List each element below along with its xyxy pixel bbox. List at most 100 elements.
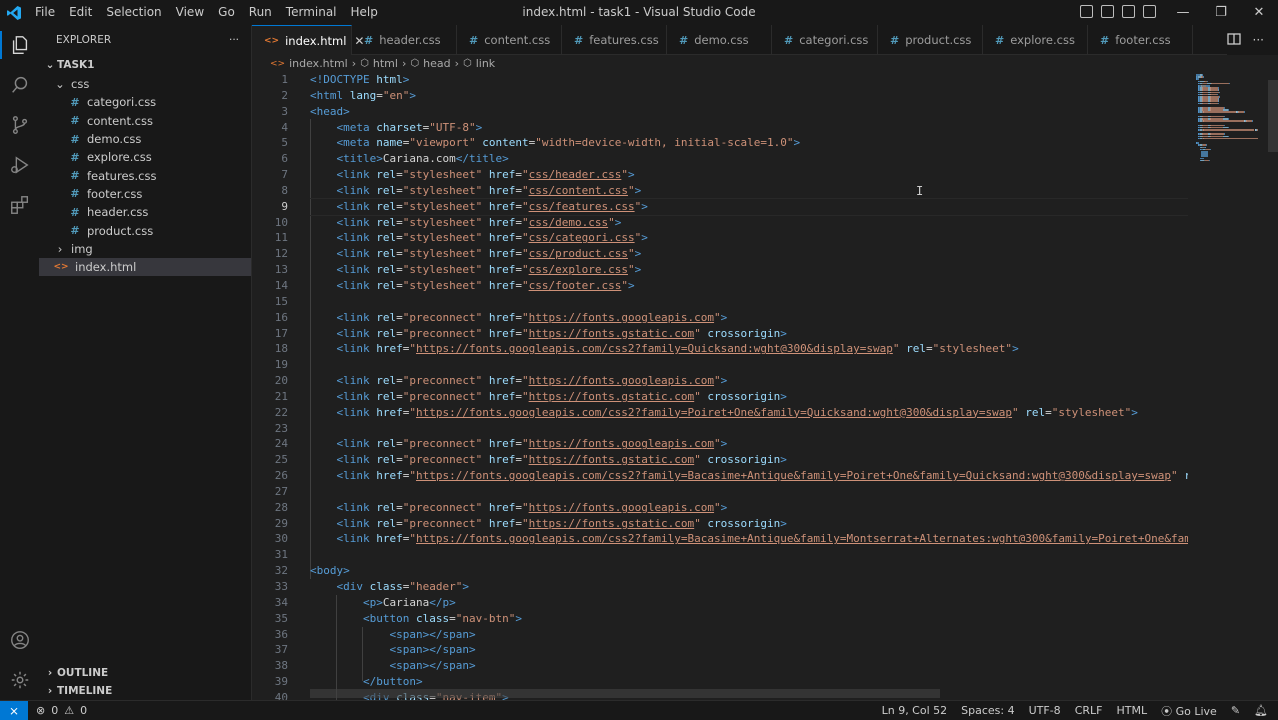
workspace-root-label: TASK1 <box>57 59 95 71</box>
restore-icon[interactable]: ❐ <box>1202 0 1240 25</box>
code-token: "stylesheet" <box>1051 405 1132 419</box>
code-line: <link href="https://fonts.googleapis.com… <box>310 468 1189 484</box>
vertical-scrollbar[interactable] <box>1268 80 1278 152</box>
code-token: > <box>720 374 728 388</box>
tree-file-demo-css[interactable]: # demo.css <box>39 130 251 148</box>
problems-indicator[interactable]: ⊗ 0 ⚠ 0 <box>28 704 87 717</box>
code-editor[interactable]: 1 2 3 4 5 6 7 8 9 10 11 12 13 14 15 16 17 18 19 20 21 22 23 24 2… <box>252 72 1278 700</box>
code-token: " <box>521 437 529 451</box>
menu-terminal[interactable]: Terminal <box>279 0 344 25</box>
remote-indicator-icon[interactable]: ⨯ <box>0 701 28 720</box>
breadcrumb-item[interactable]: html <box>373 57 398 70</box>
tab-features-css[interactable]: # features.css <box>562 25 667 55</box>
tree-file-explore-css[interactable]: # explore.css <box>39 148 251 166</box>
tab-label: explore.css <box>1010 33 1075 47</box>
line-number: 7 <box>281 168 288 182</box>
tree-file-categori-css[interactable]: # categori.css <box>39 93 251 111</box>
css-file-icon: # <box>70 150 80 164</box>
tree-folder-img[interactable]: › img <box>39 240 251 258</box>
tab-categori-css[interactable]: # categori.css <box>772 25 878 55</box>
more-actions-icon[interactable]: ··· <box>229 34 239 46</box>
code-token: " <box>621 278 628 292</box>
tree-file-content-css[interactable]: # content.css <box>39 112 251 130</box>
extensions-icon[interactable] <box>0 185 39 225</box>
tab-demo-css[interactable]: # demo.css <box>667 25 772 55</box>
code-token: = <box>396 374 403 388</box>
run-debug-icon[interactable] <box>0 145 39 185</box>
timeline-section[interactable]: › TIMELINE <box>39 682 252 700</box>
minimap[interactable] <box>1192 72 1262 452</box>
code-token: crossorigin <box>700 326 781 340</box>
code-token: html <box>369 73 403 86</box>
split-editor-icon[interactable] <box>1226 32 1241 49</box>
tab-content-css[interactable]: # content.css <box>457 25 562 55</box>
tab-footer-css[interactable]: # footer.css <box>1088 25 1193 55</box>
menu-view[interactable]: View <box>169 0 211 25</box>
notifications-bell-icon[interactable]: 🔔︎ <box>1254 704 1268 717</box>
code-token: = <box>515 263 522 277</box>
code-line: <link rel="stylesheet" href="css/footer.… <box>310 278 1188 294</box>
horizontal-scrollbar[interactable] <box>310 689 940 698</box>
more-actions-icon[interactable]: ··· <box>1253 33 1264 47</box>
code-token: href <box>482 183 516 197</box>
code-text[interactable]: <!DOCTYPE html> <html lang="en"> <head> <m… <box>310 72 1188 700</box>
explorer-icon[interactable] <box>0 25 39 65</box>
tab-explore-css[interactable]: # explore.css <box>983 25 1088 55</box>
code-token: href <box>369 342 403 356</box>
code-token: css/footer.css <box>528 278 622 292</box>
search-icon[interactable] <box>0 65 39 105</box>
code-token: class <box>409 611 450 625</box>
line-number: 38 <box>274 659 288 673</box>
end-of-line[interactable]: CRLF <box>1075 704 1103 717</box>
cursor-position[interactable]: Ln 9, Col 52 <box>882 704 948 717</box>
toggle-panel-icon[interactable] <box>1101 5 1114 18</box>
breadcrumb-item[interactable]: index.html <box>289 57 348 70</box>
tab-index-html[interactable]: <> index.html ✕ <box>252 25 364 55</box>
breadcrumb-item[interactable]: head <box>423 57 450 70</box>
code-token: "stylesheet" <box>402 168 483 182</box>
menu-file[interactable]: File <box>28 0 62 25</box>
menu-help[interactable]: Help <box>344 0 385 25</box>
indentation[interactable]: Spaces: 4 <box>961 704 1014 717</box>
tab-header-css[interactable]: # header.css <box>352 25 457 55</box>
tree-file-index-html[interactable]: <> index.html <box>39 257 251 277</box>
language-mode[interactable]: HTML <box>1116 704 1147 717</box>
breadcrumb-item[interactable]: link <box>476 57 495 70</box>
accounts-icon[interactable] <box>0 620 39 660</box>
toggle-primary-sidebar-icon[interactable] <box>1080 5 1093 18</box>
workspace-root[interactable]: ⌄ TASK1 <box>39 55 251 75</box>
menu-edit[interactable]: Edit <box>62 0 99 25</box>
editor-actions: ··· <box>1226 25 1278 55</box>
menu-go[interactable]: Go <box>211 0 242 25</box>
tab-label: index.html <box>285 33 347 48</box>
code-token: ></ <box>422 643 443 657</box>
code-token: rel <box>369 437 397 451</box>
code-token: rel <box>369 263 397 277</box>
tree-file-header-css[interactable]: # header.css <box>39 203 251 221</box>
code-token: > <box>468 643 476 657</box>
tree-file-features-css[interactable]: # features.css <box>39 166 251 184</box>
tree-folder-css[interactable]: ⌄ css <box>39 75 251 93</box>
go-live-button[interactable]: ⦿ Go Live <box>1161 703 1217 719</box>
settings-gear-icon[interactable] <box>0 660 39 700</box>
minimize-icon[interactable]: — <box>1164 0 1202 25</box>
menu-selection[interactable]: Selection <box>99 0 168 25</box>
tree-file-product-css[interactable]: # product.css <box>39 221 251 239</box>
menu-run[interactable]: Run <box>242 0 279 25</box>
file-encoding[interactable]: UTF-8 <box>1029 704 1061 717</box>
tree-file-footer-css[interactable]: # footer.css <box>39 185 251 203</box>
code-token: span <box>442 659 469 673</box>
code-token: " <box>521 374 529 388</box>
tab-product-css[interactable]: # product.css <box>878 25 983 55</box>
close-window-icon[interactable]: ✕ <box>1240 0 1278 25</box>
line-number: 36 <box>274 627 288 641</box>
source-control-icon[interactable] <box>0 105 39 145</box>
code-token: span <box>442 627 469 641</box>
customize-layout-icon[interactable] <box>1143 5 1156 18</box>
toggle-secondary-sidebar-icon[interactable] <box>1122 5 1135 18</box>
outline-section[interactable]: › OUTLINE <box>39 664 252 682</box>
feedback-icon[interactable]: ✎ <box>1231 704 1240 717</box>
